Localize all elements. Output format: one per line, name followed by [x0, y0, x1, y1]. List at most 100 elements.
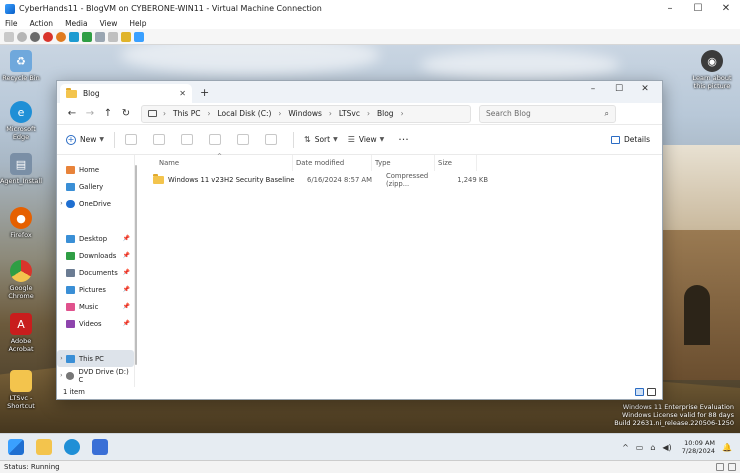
breadcrumb-blog[interactable]: Blog — [377, 109, 394, 118]
nav-item-gallery[interactable]: Gallery — [57, 178, 134, 195]
column-header-name[interactable]: Name — [159, 155, 293, 171]
nav-item-onedrive[interactable]: › OneDrive — [57, 195, 134, 212]
column-header-date-modified[interactable]: Date modified — [293, 155, 372, 171]
monitor-icon[interactable]: ▭ — [636, 443, 644, 452]
network-icon[interactable]: ⌂ — [650, 443, 655, 452]
close-icon[interactable]: ✕ — [632, 84, 658, 94]
nav-item-pictures[interactable]: Pictures 📌 — [57, 281, 134, 298]
details-button[interactable]: Details — [610, 135, 650, 144]
share-icon[interactable] — [236, 134, 249, 145]
address-bar[interactable]: › This PC › Local Disk (C:) › Windows › … — [141, 104, 471, 123]
maximize-icon[interactable]: ☐ — [606, 84, 632, 94]
chevron-up-icon[interactable]: ^ — [622, 443, 629, 452]
desktop-icon-recycle-bin[interactable]: ♻ Recycle Bin — [0, 50, 42, 82]
revert-icon[interactable] — [108, 31, 118, 42]
nav-item-documents[interactable]: Documents 📌 — [57, 264, 134, 281]
edge-icon[interactable] — [64, 439, 80, 455]
breadcrumb-windows[interactable]: Windows — [288, 109, 321, 118]
navigation-pane: Home Gallery › OneDrive Desktop 📌 Downlo… — [57, 155, 137, 387]
start-vm-icon[interactable] — [17, 31, 27, 42]
forward-arrow-icon[interactable]: → — [81, 108, 99, 119]
up-arrow-icon[interactable]: ↑ — [99, 108, 117, 119]
nav-item-videos[interactable]: Videos 📌 — [57, 315, 134, 332]
wallpaper-cloud — [120, 45, 380, 75]
search-input[interactable] — [486, 109, 596, 118]
taskbar-clock[interactable]: 10:09 AM 7/28/2024 — [682, 439, 715, 455]
file-explorer-icon[interactable] — [36, 439, 52, 455]
cut-icon[interactable] — [124, 134, 137, 145]
maximize-icon[interactable]: ☐ — [684, 0, 712, 17]
new-button[interactable]: + New ▼ — [66, 134, 104, 145]
close-icon[interactable]: ✕ — [712, 0, 740, 17]
dvd-icon — [65, 371, 75, 380]
refresh-icon[interactable]: ↻ — [117, 108, 135, 119]
firefox-icon: ● — [10, 207, 32, 229]
notification-bell-icon[interactable]: 🔔 — [722, 443, 732, 452]
videos-icon — [66, 319, 75, 328]
menu-action[interactable]: Action — [30, 19, 54, 28]
start-icon[interactable] — [8, 439, 24, 455]
desktop-icon-ltsvc-shortcut[interactable]: LTSvc - Shortcut — [0, 370, 42, 410]
menu-view[interactable]: View — [100, 19, 118, 28]
chevron-right-icon[interactable]: › — [57, 200, 66, 207]
copy-icon[interactable] — [152, 134, 165, 145]
menu-file[interactable]: File — [5, 19, 18, 28]
volume-icon[interactable]: ◀) — [662, 443, 671, 452]
shutdown-icon[interactable] — [43, 31, 53, 42]
share-icon[interactable] — [134, 31, 144, 42]
installer-icon: ▤ — [10, 153, 32, 175]
store-icon[interactable] — [92, 439, 108, 455]
folder-shortcut-icon — [10, 370, 32, 392]
tab-title: Blog — [83, 89, 100, 98]
explorer-tab-blog[interactable]: Blog ✕ — [60, 84, 192, 103]
save-state-icon[interactable] — [56, 31, 66, 42]
file-row[interactable]: Windows 11 v23H2 Security Baseline 6/16/… — [135, 171, 662, 188]
more-options-icon[interactable]: ··· — [398, 133, 409, 146]
sort-button[interactable]: ⇅ Sort ▼ — [304, 135, 338, 144]
search-box: ⌕ — [479, 104, 616, 123]
column-header-size[interactable]: Size — [435, 155, 477, 171]
acrobat-icon: A — [10, 313, 32, 335]
tiles-view-icon[interactable] — [647, 388, 656, 396]
breadcrumb-local-disk[interactable]: Local Disk (C:) — [217, 109, 271, 118]
desktop-icon-agent-install[interactable]: ▤ Agent_Install — [0, 153, 42, 185]
zip-folder-icon — [153, 173, 164, 184]
camera-icon: ◉ — [701, 50, 723, 72]
view-button[interactable]: ☰ View ▼ — [348, 135, 385, 144]
delete-icon[interactable] — [264, 134, 277, 145]
minimize-icon[interactable]: – — [580, 84, 606, 94]
desktop-icon-chrome[interactable]: Google Chrome — [0, 260, 42, 300]
host-toolbar — [0, 29, 740, 45]
turn-off-icon[interactable] — [30, 31, 40, 42]
ctrl-alt-del-icon[interactable] — [4, 31, 14, 42]
desktop-icon-firefox[interactable]: ● Firefox — [0, 207, 42, 239]
minimize-icon[interactable]: – — [656, 0, 684, 17]
new-tab-icon[interactable]: + — [200, 86, 209, 99]
desktop-icon-learn-about-picture[interactable]: ◉ Learn about this picture — [690, 50, 734, 90]
chevron-right-icon[interactable]: › — [57, 355, 66, 362]
rename-icon[interactable] — [208, 134, 221, 145]
close-tab-icon[interactable]: ✕ — [179, 89, 186, 98]
nav-item-this-pc[interactable]: › This PC — [57, 350, 134, 367]
nav-item-music[interactable]: Music 📌 — [57, 298, 134, 315]
nav-item-home[interactable]: Home — [57, 161, 134, 178]
menu-help[interactable]: Help — [129, 19, 146, 28]
breadcrumb-ltsvc[interactable]: LTSvc — [339, 109, 360, 118]
reset-icon[interactable] — [82, 31, 92, 42]
chevron-right-icon[interactable]: › — [57, 372, 66, 379]
checkpoint-icon[interactable] — [95, 31, 105, 42]
pause-icon[interactable] — [69, 31, 79, 42]
breadcrumb-this-pc[interactable]: This PC — [173, 109, 200, 118]
enhanced-session-icon[interactable] — [121, 31, 131, 42]
details-view-icon[interactable] — [635, 388, 644, 396]
desktop-icon-acrobat[interactable]: A Adobe Acrobat — [0, 313, 42, 353]
this-pc-icon — [66, 354, 75, 363]
menu-media[interactable]: Media — [65, 19, 88, 28]
nav-item-downloads[interactable]: Downloads 📌 — [57, 247, 134, 264]
column-header-type[interactable]: Type — [372, 155, 435, 171]
desktop-icon-edge[interactable]: e Microsoft Edge — [0, 101, 42, 141]
back-arrow-icon[interactable]: ← — [63, 108, 81, 119]
nav-item-dvd-drive[interactable]: › DVD Drive (D:) C — [57, 367, 134, 384]
paste-icon[interactable] — [180, 134, 193, 145]
nav-item-desktop[interactable]: Desktop 📌 — [57, 230, 134, 247]
